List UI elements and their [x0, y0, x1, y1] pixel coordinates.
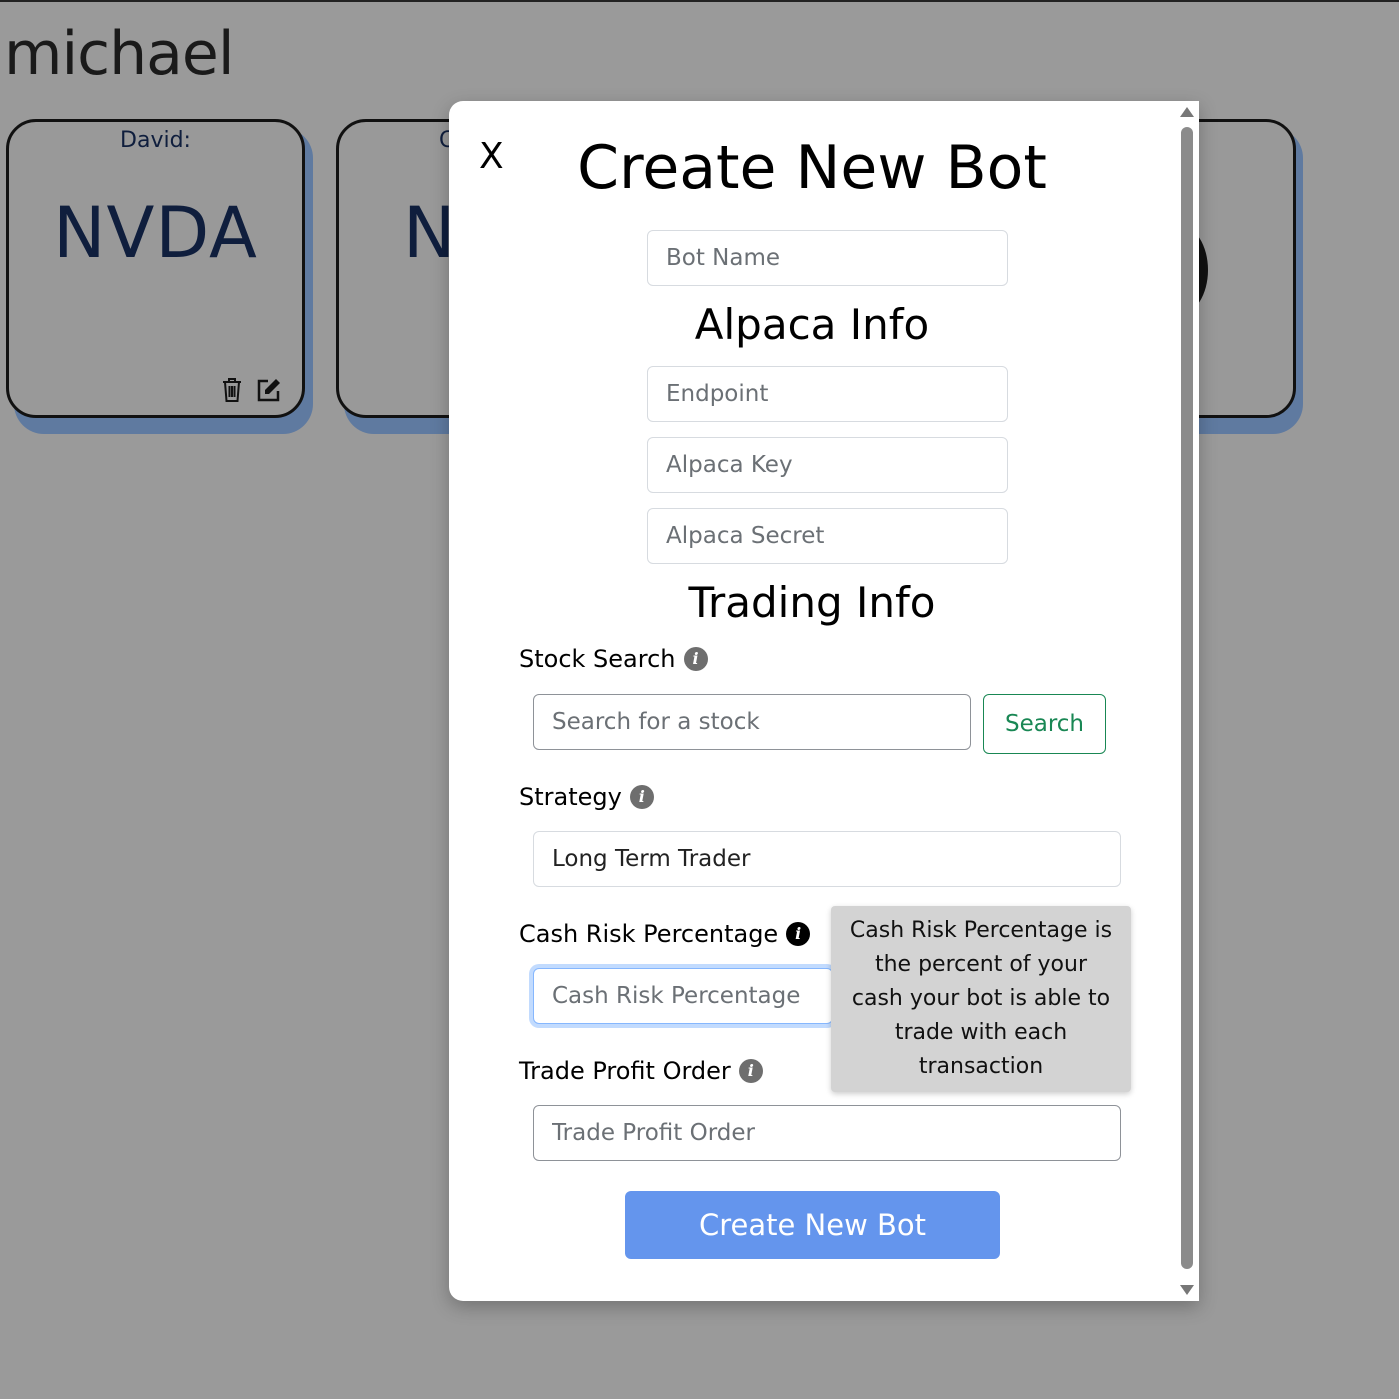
alpaca-key-input[interactable] [647, 437, 1008, 493]
card-ticker: NVDA [53, 192, 258, 274]
info-icon[interactable]: i [629, 785, 654, 809]
scroll-thumb[interactable] [1181, 127, 1193, 1269]
cash-risk-input[interactable] [533, 968, 833, 1024]
trash-icon[interactable] [220, 377, 244, 403]
stock-search-label-text: Stock Search [519, 645, 676, 673]
scroll-down-arrow-icon[interactable] [1180, 1285, 1194, 1295]
strategy-value: Long Term Trader [552, 846, 751, 872]
cash-risk-label: Cash Risk Percentage i [519, 918, 811, 950]
cash-risk-label-text: Cash Risk Percentage [519, 920, 779, 948]
stock-search-label: Stock Search i [519, 643, 708, 675]
search-button[interactable]: Search [983, 694, 1106, 754]
trade-profit-label-text: Trade Profit Order [519, 1057, 731, 1085]
info-icon[interactable]: i [738, 1059, 763, 1083]
alpaca-info-heading: Alpaca Info [694, 300, 930, 349]
cash-risk-tooltip: Cash Risk Percentage is the percent of y… [831, 906, 1131, 1092]
bot-card[interactable]: David: NVDA [6, 119, 305, 418]
trading-info-heading: Trading Info [688, 578, 936, 627]
card-owner: David: [120, 128, 191, 153]
strategy-select[interactable]: Long Term Trader [533, 831, 1121, 887]
trade-profit-input[interactable] [533, 1105, 1121, 1161]
strategy-label-text: Strategy [519, 783, 622, 811]
endpoint-input[interactable] [647, 366, 1008, 422]
edit-icon[interactable] [256, 377, 282, 403]
trade-profit-label: Trade Profit Order i [519, 1055, 763, 1087]
info-icon[interactable]: i [786, 922, 811, 946]
modal-title: Create New Bot [577, 133, 1047, 203]
stock-search-input[interactable] [533, 694, 971, 750]
page-username: michael [4, 19, 234, 89]
strategy-label: Strategy i [519, 781, 654, 813]
bot-name-input[interactable] [647, 230, 1008, 286]
alpaca-secret-input[interactable] [647, 508, 1008, 564]
info-icon[interactable]: i [683, 647, 708, 671]
modal-scrollbar[interactable] [1175, 101, 1199, 1301]
scroll-up-arrow-icon[interactable] [1180, 107, 1194, 117]
create-bot-button[interactable]: Create New Bot [625, 1191, 1000, 1259]
top-border [0, 0, 1399, 2]
create-bot-modal: X Create New Bot Alpaca Info Trading Inf… [449, 101, 1199, 1301]
